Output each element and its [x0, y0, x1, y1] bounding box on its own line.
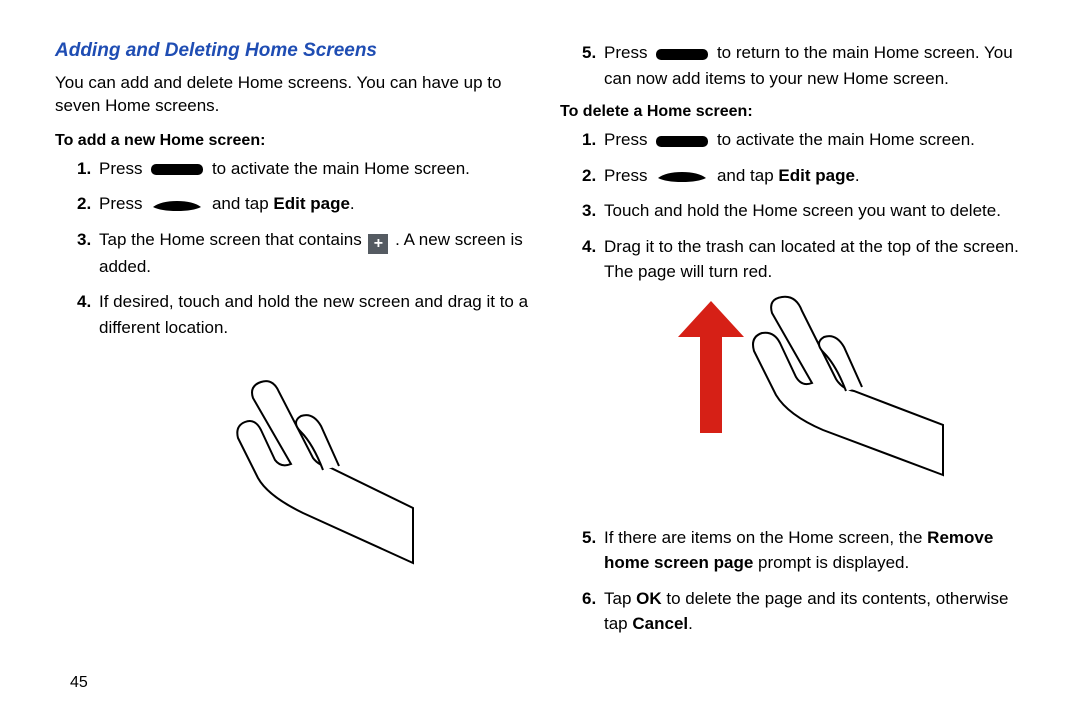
home-button-icon: [656, 49, 708, 60]
step-text: Tap the Home screen that contains: [99, 230, 362, 249]
page-number: 45: [70, 674, 88, 692]
delete-step-5: 5. If there are items on the Home screen…: [582, 525, 1035, 576]
step-text: to activate the main Home screen.: [717, 130, 975, 149]
left-column: Adding and Deleting Home Screens You can…: [55, 40, 530, 647]
step-text: and tap: [212, 194, 269, 213]
add-step-1: 1. Press to activate the main Home scree…: [77, 156, 530, 182]
menu-button-icon: [151, 199, 203, 213]
step-text: If there are items on the Home screen, t…: [604, 528, 922, 547]
menu-button-icon: [656, 170, 708, 184]
plus-tile-icon: +: [368, 234, 388, 254]
step-text: prompt is displayed.: [758, 553, 909, 572]
add-subheading: To add a new Home screen:: [55, 132, 530, 150]
step-text: Press: [604, 166, 647, 185]
step-text: Press: [99, 159, 142, 178]
cancel-label: Cancel: [632, 614, 688, 633]
home-button-icon: [151, 164, 203, 175]
step-text: and tap: [717, 166, 774, 185]
add-step-5: 5. Press to return to the main Home scre…: [582, 40, 1035, 91]
step-text: Press: [604, 43, 647, 62]
step-text: Drag it to the trash can located at the …: [604, 237, 1019, 282]
section-title: Adding and Deleting Home Screens: [55, 40, 530, 62]
delete-step-3: 3. Touch and hold the Home screen you wa…: [582, 198, 1035, 224]
add-steps: 1. Press to activate the main Home scree…: [55, 156, 530, 341]
tap-hand-illustration: [163, 368, 423, 568]
drag-hand-illustration: [648, 295, 948, 495]
add-step-3: 3. Tap the Home screen that contains + .…: [77, 227, 530, 280]
delete-steps: 1. Press to activate the main Home scree…: [560, 127, 1035, 285]
step-text: Tap: [604, 589, 631, 608]
add-step-2: 2. Press and tap Edit page.: [77, 191, 530, 217]
delete-step-6: 6. Tap OK to delete the page and its con…: [582, 586, 1035, 637]
step-text: Press: [604, 130, 647, 149]
step-text: If desired, touch and hold the new scree…: [99, 292, 528, 337]
step-text: Press: [99, 194, 142, 213]
edit-page-label: Edit page: [273, 194, 350, 213]
ok-label: OK: [636, 589, 662, 608]
add-steps-cont: 5. Press to return to the main Home scre…: [560, 40, 1035, 91]
step-text: Touch and hold the Home screen you want …: [604, 201, 1001, 220]
delete-subheading: To delete a Home screen:: [560, 103, 1035, 121]
delete-step-4: 4. Drag it to the trash can located at t…: [582, 234, 1035, 285]
step-text: to activate the main Home screen.: [212, 159, 470, 178]
home-button-icon: [656, 136, 708, 147]
delete-step-1: 1. Press to activate the main Home scree…: [582, 127, 1035, 153]
intro-text: You can add and delete Home screens. You…: [55, 72, 530, 118]
delete-steps-cont: 5. If there are items on the Home screen…: [560, 525, 1035, 637]
right-column: 5. Press to return to the main Home scre…: [560, 40, 1035, 647]
delete-step-2: 2. Press and tap Edit page.: [582, 163, 1035, 189]
edit-page-label: Edit page: [778, 166, 855, 185]
add-step-4: 4. If desired, touch and hold the new sc…: [77, 289, 530, 340]
